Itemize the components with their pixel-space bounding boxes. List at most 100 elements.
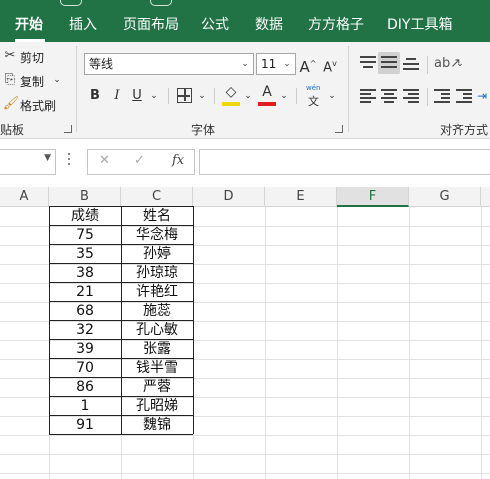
cancel-icon[interactable]: ✕ — [99, 153, 110, 168]
ribbon-separator — [168, 88, 169, 104]
cut-button[interactable]: 剪切 — [20, 49, 44, 66]
table-border — [49, 339, 193, 340]
tab-page-layout[interactable]: 页面布局 — [123, 8, 179, 42]
cell-score[interactable]: 38 — [49, 264, 121, 283]
align-center-icon[interactable] — [381, 89, 397, 103]
tab-formulas[interactable]: 公式 — [201, 8, 229, 42]
font-color-icon[interactable]: A — [258, 82, 276, 102]
table-border — [49, 396, 193, 397]
font-launcher-icon[interactable] — [335, 125, 343, 133]
chevron-down-icon[interactable]: ⌄ — [148, 86, 160, 106]
bold-button[interactable]: B — [88, 86, 102, 106]
tab-data[interactable]: 数据 — [255, 8, 283, 42]
cell-name[interactable]: 孙婷 — [121, 245, 193, 264]
cell-name[interactable]: 张露 — [121, 340, 193, 359]
cell-score[interactable]: 70 — [49, 359, 121, 378]
column-header-d[interactable]: D — [193, 187, 265, 207]
save-icon[interactable] — [60, 0, 82, 6]
align-top-icon[interactable] — [360, 56, 376, 70]
tab-home[interactable]: 开始 — [15, 8, 43, 42]
formula-bar-grip-icon[interactable] — [68, 153, 71, 171]
tab-insert[interactable]: 插入 — [69, 8, 97, 42]
gridline — [0, 435, 490, 436]
font-size-select[interactable]: 11 ⌄ — [256, 53, 296, 75]
tab-fangfang-gezi[interactable]: 方方格子 — [308, 8, 364, 42]
gridline — [265, 207, 266, 479]
column-header-f[interactable]: F — [337, 187, 409, 207]
orientation-icon[interactable]: ab↗ — [434, 54, 461, 74]
italic-button[interactable]: I — [110, 86, 124, 106]
table-border — [49, 415, 193, 416]
cell-score[interactable]: 68 — [49, 302, 121, 321]
cell-name[interactable]: 许艳红 — [121, 283, 193, 302]
chevron-down-icon: ▼ — [44, 153, 51, 163]
clipboard-launcher-icon[interactable] — [64, 125, 72, 133]
fill-color-swatch — [222, 102, 240, 106]
column-header-c[interactable]: C — [121, 187, 193, 207]
borders-icon[interactable] — [177, 88, 192, 103]
font-group-label: 字体 — [191, 123, 216, 137]
font-name-select[interactable]: 等线 ⌄ — [84, 53, 254, 75]
decrease-indent-icon[interactable] — [434, 89, 450, 103]
chevron-down-icon[interactable]: ⌄ — [278, 86, 290, 106]
cell-name[interactable]: 魏锦 — [121, 416, 193, 435]
align-left-icon[interactable] — [360, 89, 376, 103]
cell-score[interactable]: 1 — [49, 397, 121, 416]
cell-name[interactable]: 严蓉 — [121, 378, 193, 397]
format-painter-button[interactable]: 格式刷 — [20, 97, 56, 114]
column-header-b[interactable]: B — [49, 187, 121, 207]
align-right-icon[interactable] — [403, 89, 419, 103]
cell-score[interactable]: 86 — [49, 378, 121, 397]
cell-name[interactable]: 华念梅 — [121, 226, 193, 245]
title-bar — [0, 0, 490, 8]
table-header-name[interactable]: 姓名 — [121, 207, 193, 226]
align-bottom-icon[interactable] — [403, 56, 419, 70]
font-color-swatch — [258, 102, 276, 106]
table-border — [49, 320, 193, 321]
decrease-font-icon[interactable]: Av — [320, 54, 340, 78]
column-header-a[interactable]: A — [0, 187, 49, 207]
underline-button[interactable]: U — [130, 86, 144, 106]
gridline — [0, 454, 490, 455]
table-border — [49, 434, 193, 435]
cell-score[interactable]: 39 — [49, 340, 121, 359]
cell-score[interactable]: 75 — [49, 226, 121, 245]
phonetic-guide-icon[interactable]: wén — [306, 84, 320, 92]
name-box[interactable]: ▼ — [0, 149, 56, 175]
fill-color-icon[interactable]: ◇ — [222, 82, 240, 102]
cell-name[interactable]: 施蕊 — [121, 302, 193, 321]
formula-input[interactable] — [199, 149, 490, 175]
confirm-icon[interactable]: ✓ — [134, 153, 145, 168]
cell-name[interactable]: 孔心敏 — [121, 321, 193, 340]
table-border — [49, 263, 193, 264]
align-middle-button[interactable] — [378, 52, 400, 74]
cell-score[interactable]: 32 — [49, 321, 121, 340]
chevron-down-icon[interactable]: ⌄ — [242, 86, 254, 106]
chevron-down-icon[interactable]: ⌄ — [50, 70, 64, 90]
increase-font-icon[interactable]: A^ — [298, 54, 318, 77]
undo-icon[interactable] — [150, 0, 172, 6]
insert-function-icon[interactable]: fx — [172, 153, 184, 168]
ribbon-separator — [214, 88, 215, 104]
column-header-e[interactable]: E — [265, 187, 337, 207]
increase-indent-icon[interactable] — [456, 89, 472, 103]
chevron-down-icon[interactable]: ⌄ — [196, 86, 208, 106]
chevron-down-icon[interactable]: ⌄ — [454, 54, 466, 74]
cell-name[interactable]: 钱半雪 — [121, 359, 193, 378]
clipboard-group-label: 贴板 — [0, 123, 25, 137]
copy-button[interactable]: 复制 — [20, 73, 44, 90]
wrap-text-icon[interactable]: ⇥ — [475, 86, 489, 106]
table-header-score[interactable]: 成绩 — [49, 207, 121, 226]
table-border — [49, 206, 193, 207]
column-header-next[interactable] — [481, 187, 490, 207]
column-header-g[interactable]: G — [409, 187, 481, 207]
cell-score[interactable]: 35 — [49, 245, 121, 264]
table-border — [49, 244, 193, 245]
chevron-down-icon[interactable]: ⌄ — [326, 86, 338, 106]
tab-diy-toolbox[interactable]: DIY工具箱 — [387, 8, 452, 42]
gridline — [481, 207, 482, 479]
cell-name[interactable]: 孔昭娣 — [121, 397, 193, 416]
cell-name[interactable]: 孙琼琼 — [121, 264, 193, 283]
cell-score[interactable]: 91 — [49, 416, 121, 435]
cell-score[interactable]: 21 — [49, 283, 121, 302]
